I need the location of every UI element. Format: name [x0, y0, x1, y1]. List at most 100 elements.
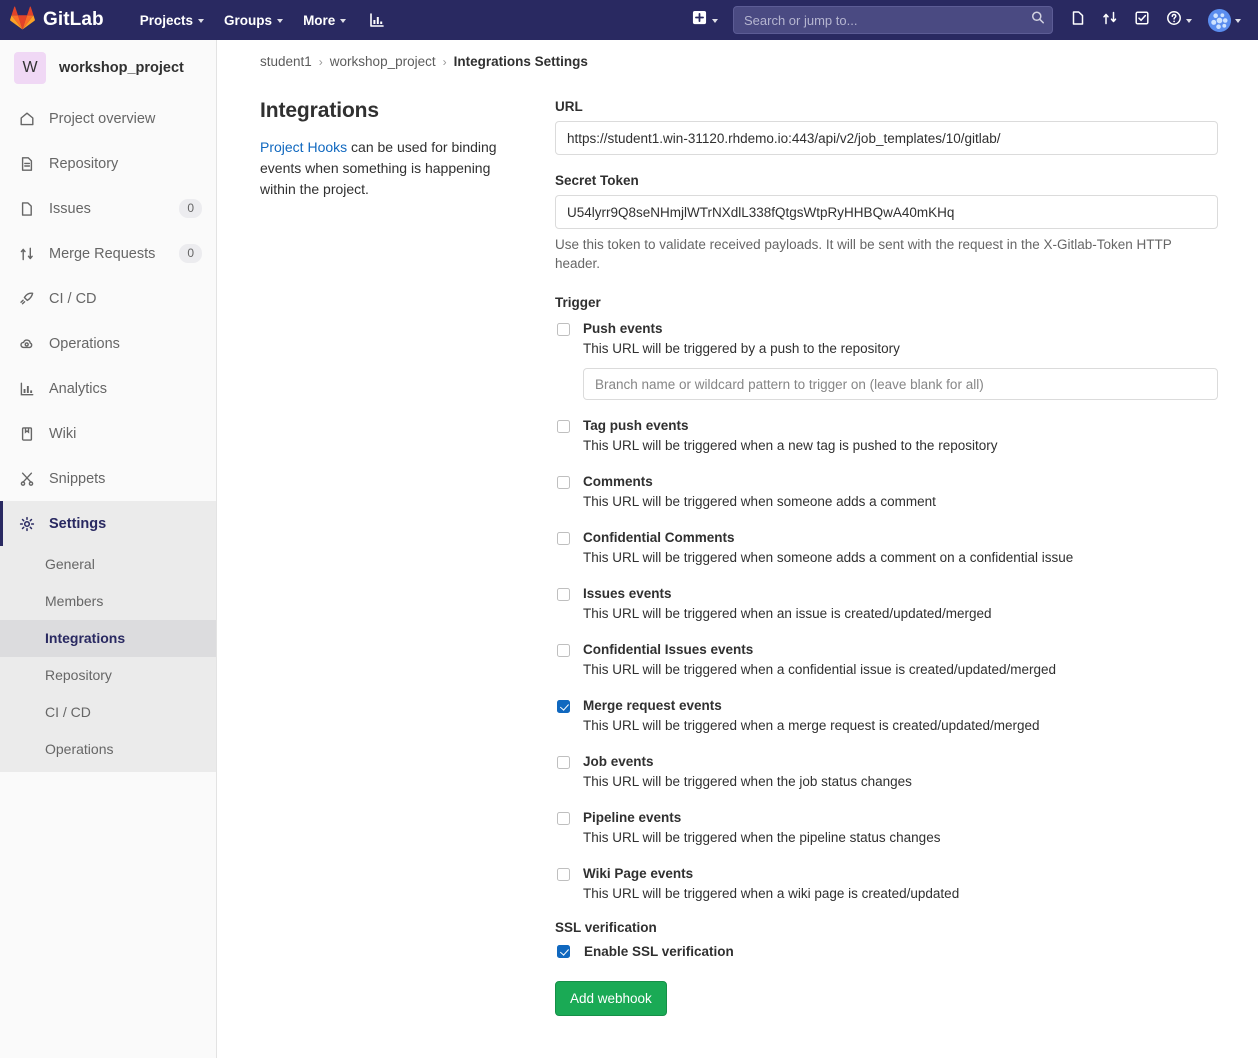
desc-comments: This URL will be triggered when someone … — [583, 492, 1218, 512]
breadcrumb-item-workshop-project[interactable]: workshop_project — [330, 54, 436, 69]
desc-tag-push-events: This URL will be triggered when a new ta… — [583, 436, 1218, 456]
user-menu-dropdown[interactable] — [1201, 4, 1248, 37]
chevron-down-icon — [712, 19, 718, 23]
label-merge-request-events[interactable]: Merge request events — [583, 696, 722, 715]
label-confidential-comments[interactable]: Confidential Comments — [583, 528, 735, 547]
todos-nav-button[interactable] — [1127, 5, 1157, 36]
sidebar-item-snippets[interactable]: Snippets — [0, 456, 216, 501]
sidebar-subitem-members[interactable]: Members — [0, 583, 216, 620]
label-tag-push-events[interactable]: Tag push events — [583, 416, 689, 435]
gitlab-logo-link[interactable]: GitLab — [10, 6, 104, 35]
sidebar-settings-group: Settings General Members Integrations Re… — [0, 501, 216, 772]
gear-icon — [19, 516, 35, 532]
desc-job-events: This URL will be triggered when the job … — [583, 772, 1218, 792]
sidebar-label: Snippets — [49, 471, 105, 487]
sidebar-subitem-integrations[interactable]: Integrations — [0, 620, 216, 657]
secret-token-input[interactable] — [555, 195, 1218, 229]
trigger-row-issues-events: Issues events This URL will be triggered… — [555, 584, 1218, 624]
sidebar-item-ci-cd[interactable]: CI / CD — [0, 276, 216, 321]
integrations-page-body: Integrations Project Hooks can be used f… — [217, 81, 1258, 1016]
nav-projects-dropdown[interactable]: Projects — [130, 9, 214, 32]
checkbox-confidential-issues-events[interactable] — [557, 644, 570, 657]
checkbox-job-events[interactable] — [557, 756, 570, 769]
issues-icon — [1070, 10, 1086, 31]
help-icon — [1166, 10, 1182, 31]
breadcrumb-current-page: Integrations Settings — [454, 54, 588, 69]
project-avatar: W — [14, 52, 46, 84]
avatar — [1208, 9, 1231, 32]
help-dropdown[interactable] — [1159, 5, 1199, 36]
label-pipeline-events[interactable]: Pipeline events — [583, 808, 681, 827]
ssl-verification-row: Enable SSL verification — [555, 944, 1218, 959]
chevron-down-icon — [340, 19, 346, 23]
sidebar-label: Analytics — [49, 381, 107, 397]
sidebar-subitem-operations[interactable]: Operations — [0, 731, 216, 768]
project-name-label: workshop_project — [59, 60, 184, 76]
label-confidential-issues-events[interactable]: Confidential Issues events — [583, 640, 753, 659]
merge-requests-count-badge: 0 — [179, 244, 202, 263]
checkbox-push-events[interactable] — [557, 323, 570, 336]
label-enable-ssl-verification[interactable]: Enable SSL verification — [584, 944, 734, 959]
sidebar-project-header[interactable]: W workshop_project — [0, 40, 216, 96]
sidebar-label: Settings — [49, 516, 106, 532]
main-content: student1 › workshop_project › Integratio… — [217, 40, 1258, 1058]
todos-icon — [1134, 10, 1150, 31]
desc-confidential-issues-events: This URL will be triggered when a confid… — [583, 660, 1218, 680]
sidebar-label: Operations — [49, 336, 120, 352]
checkbox-confidential-comments[interactable] — [557, 532, 570, 545]
desc-push-events: This URL will be triggered by a push to … — [583, 339, 1218, 359]
breadcrumb-separator-icon: › — [319, 55, 323, 69]
trigger-row-wiki-page-events: Wiki Page events This URL will be trigge… — [555, 864, 1218, 904]
sidebar-item-repository[interactable]: Repository — [0, 141, 216, 186]
breadcrumb-item-student1[interactable]: student1 — [260, 54, 312, 69]
merge-requests-nav-button[interactable] — [1095, 5, 1125, 36]
sidebar-subitem-repository[interactable]: Repository — [0, 657, 216, 694]
project-hooks-link[interactable]: Project Hooks — [260, 139, 347, 155]
nav-more-dropdown[interactable]: More — [293, 9, 356, 32]
search-input[interactable] — [733, 6, 1053, 34]
branch-filter-input[interactable] — [583, 368, 1218, 400]
checkbox-tag-push-events[interactable] — [557, 420, 570, 433]
label-issues-events[interactable]: Issues events — [583, 584, 672, 603]
sidebar-subitem-ci-cd[interactable]: CI / CD — [0, 694, 216, 731]
label-job-events[interactable]: Job events — [583, 752, 654, 771]
secret-token-field-group: Secret Token Use this token to validate … — [555, 173, 1218, 273]
nav-groups-dropdown[interactable]: Groups — [214, 9, 293, 32]
issues-nav-button[interactable] — [1063, 5, 1093, 36]
url-input[interactable] — [555, 121, 1218, 155]
desc-pipeline-events: This URL will be triggered when the pipe… — [583, 828, 1218, 848]
sidebar-item-issues[interactable]: Issues 0 — [0, 186, 216, 231]
sidebar-item-wiki[interactable]: Wiki — [0, 411, 216, 456]
scissors-icon — [19, 471, 35, 487]
book-icon — [19, 426, 35, 442]
checkbox-enable-ssl-verification[interactable] — [557, 945, 570, 958]
trigger-row-comments: Comments This URL will be triggered when… — [555, 472, 1218, 512]
sidebar-item-operations[interactable]: Operations — [0, 321, 216, 366]
checkbox-pipeline-events[interactable] — [557, 812, 570, 825]
checkbox-wiki-page-events[interactable] — [557, 868, 570, 881]
sidebar-item-merge-requests[interactable]: Merge Requests 0 — [0, 231, 216, 276]
trigger-row-job-events: Job events This URL will be triggered wh… — [555, 752, 1218, 792]
sidebar-item-settings[interactable]: Settings — [0, 501, 216, 546]
add-webhook-button[interactable]: Add webhook — [555, 981, 667, 1016]
gitlab-fox-logo-icon — [10, 6, 35, 35]
trigger-row-confidential-issues-events: Confidential Issues events This URL will… — [555, 640, 1218, 680]
navbar-links: Projects Groups More — [130, 9, 389, 32]
sidebar-item-project-overview[interactable]: Project overview — [0, 96, 216, 141]
checkbox-comments[interactable] — [557, 476, 570, 489]
checkbox-issues-events[interactable] — [557, 588, 570, 601]
top-navbar: GitLab Projects Groups More — [0, 0, 1258, 40]
label-push-events[interactable]: Push events — [583, 319, 663, 338]
label-wiki-page-events[interactable]: Wiki Page events — [583, 864, 693, 883]
sidebar-item-analytics[interactable]: Analytics — [0, 366, 216, 411]
label-comments[interactable]: Comments — [583, 472, 653, 491]
create-new-dropdown[interactable] — [685, 5, 725, 35]
sidebar-subitem-general[interactable]: General — [0, 546, 216, 583]
checkbox-merge-request-events[interactable] — [557, 700, 570, 713]
trigger-section-label: Trigger — [555, 295, 1218, 310]
desc-merge-request-events: This URL will be triggered when a merge … — [583, 716, 1218, 736]
chart-bar-icon[interactable] — [366, 9, 388, 31]
breadcrumb: student1 › workshop_project › Integratio… — [217, 40, 1258, 81]
trigger-row-merge-request-events: Merge request events This URL will be tr… — [555, 696, 1218, 736]
search-box — [733, 6, 1053, 34]
